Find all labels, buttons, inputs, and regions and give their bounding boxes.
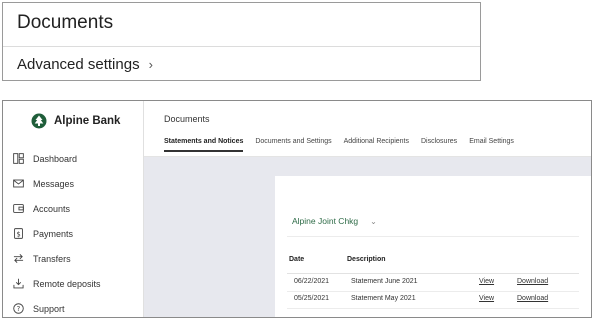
tab-disclosures[interactable]: Disclosures: [421, 138, 457, 152]
chevron-right-icon: ›: [148, 57, 153, 72]
advanced-settings-label: Advanced settings: [17, 56, 140, 73]
account-selector-value: Alpine Joint Chkg: [292, 216, 359, 226]
chevron-down-icon: ⌄: [370, 216, 377, 226]
divider: [287, 236, 579, 237]
tree-logo-icon: [31, 113, 47, 129]
account-selector[interactable]: Alpine Joint Chkg ⌄: [292, 216, 377, 226]
sidebar-item-label: Payments: [33, 228, 74, 239]
row-description: Statement June 2021: [351, 278, 418, 285]
tab-bar: Statements and Notices Documents and Set…: [164, 138, 526, 152]
sidebar-item-label: Support: [33, 303, 65, 314]
column-header-description: Description: [347, 256, 386, 263]
table-row: 05/25/2021 Statement May 2021 View Downl…: [275, 292, 591, 308]
banking-app-window: Alpine Bank Dashboard Messages Accounts: [2, 100, 592, 318]
sidebar: Alpine Bank Dashboard Messages Accounts: [3, 101, 144, 317]
download-link[interactable]: Download: [517, 295, 548, 302]
envelope-icon: [13, 179, 24, 188]
brand-logo[interactable]: Alpine Bank: [31, 113, 120, 129]
wallet-icon: [13, 204, 24, 213]
advanced-settings-link[interactable]: Advanced settings ›: [17, 56, 153, 73]
sidebar-item-label: Accounts: [33, 203, 71, 214]
header-divider: [287, 273, 579, 274]
sidebar-item-remote-deposits[interactable]: Remote deposits: [13, 278, 101, 289]
svg-text:?: ?: [17, 305, 21, 313]
sidebar-item-label: Remote deposits: [33, 278, 101, 289]
tab-statements-and-notices[interactable]: Statements and Notices: [164, 138, 244, 152]
page-title: Documents: [164, 114, 210, 124]
download-link[interactable]: Download: [517, 278, 548, 285]
brand-name: Alpine Bank: [54, 115, 121, 127]
row-description: Statement May 2021: [351, 295, 416, 302]
row-divider: [287, 308, 579, 309]
sidebar-item-support[interactable]: ? Support: [13, 303, 65, 314]
main-content: Documents Statements and Notices Documen…: [144, 101, 591, 317]
documents-settings-panel: Documents Advanced settings ›: [2, 2, 481, 81]
sidebar-item-messages[interactable]: Messages: [13, 178, 74, 189]
svg-text:$: $: [16, 230, 20, 238]
statements-card: Alpine Joint Chkg ⌄ Date Description 06/…: [275, 176, 591, 317]
transfer-icon: [13, 254, 24, 263]
sidebar-item-transfers[interactable]: Transfers: [13, 253, 71, 264]
row-date: 06/22/2021: [294, 278, 330, 285]
panel-divider: [3, 46, 480, 47]
sidebar-item-label: Dashboard: [33, 153, 78, 164]
tab-email-settings[interactable]: Email Settings: [469, 138, 514, 152]
table-row: 06/22/2021 Statement June 2021 View Down…: [275, 275, 591, 291]
help-icon: ?: [13, 303, 24, 314]
view-link[interactable]: View: [479, 295, 494, 302]
row-date: 05/25/2021: [294, 295, 330, 302]
tab-additional-recipients[interactable]: Additional Recipients: [344, 138, 409, 152]
column-header-date: Date: [289, 256, 305, 263]
sidebar-item-payments[interactable]: $ Payments: [13, 228, 73, 239]
dashboard-icon: [13, 153, 24, 164]
dollar-icon: $: [14, 228, 23, 239]
page-header: Documents Statements and Notices Documen…: [144, 101, 591, 157]
view-link[interactable]: View: [479, 278, 494, 285]
sidebar-item-label: Messages: [33, 178, 75, 189]
panel-title: Documents: [17, 12, 114, 33]
sidebar-item-label: Transfers: [33, 253, 71, 264]
deposit-icon: [13, 278, 24, 289]
tab-documents-and-settings[interactable]: Documents and Settings: [255, 138, 331, 152]
sidebar-item-dashboard[interactable]: Dashboard: [13, 153, 77, 164]
sidebar-item-accounts[interactable]: Accounts: [13, 203, 70, 214]
